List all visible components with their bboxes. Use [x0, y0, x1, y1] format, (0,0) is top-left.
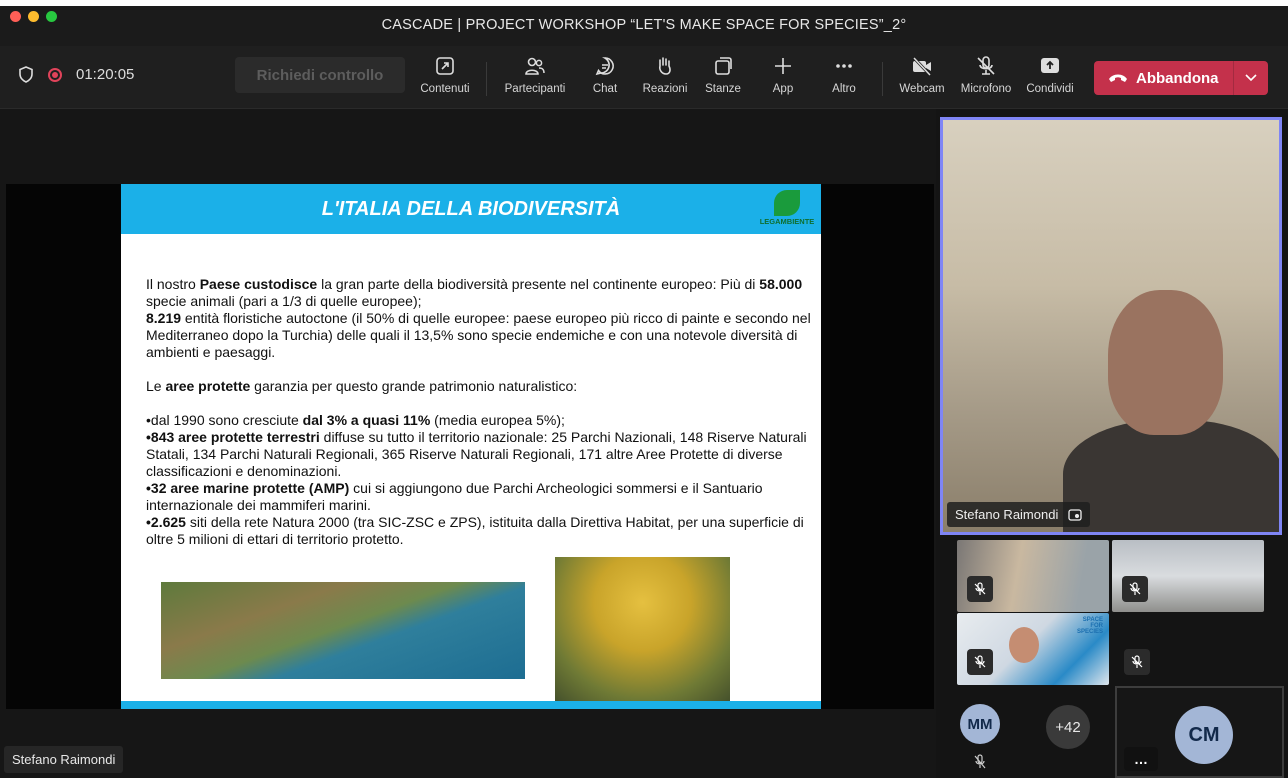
self-view-more-button[interactable]: … [1124, 747, 1158, 771]
mic-off-icon [974, 655, 986, 668]
shield-icon[interactable] [18, 66, 34, 83]
chat-button[interactable]: Chat [588, 55, 622, 95]
video-rail: Stefano Raimondi SPACE FOR SPECIES MM +4… [936, 109, 1288, 778]
reactions-button[interactable]: Reazioni [638, 55, 692, 95]
raised-hand-icon [659, 57, 671, 75]
share-button[interactable]: Condividi [1022, 55, 1078, 95]
webcam-button[interactable]: Webcam [896, 55, 948, 95]
presenter-name-tag: Stefano Raimondi [4, 746, 124, 773]
speaker-body [1063, 420, 1279, 532]
autumn-trees-photo [555, 557, 730, 709]
recording-icon [48, 67, 62, 82]
participant-video-tile[interactable] [957, 540, 1109, 612]
share-up-icon [1041, 58, 1059, 73]
chevron-down-icon [1245, 74, 1257, 82]
webcam-label: Webcam [899, 83, 945, 95]
slide-title: L'ITALIA DELLA BIODIVERSITÀ [321, 198, 621, 220]
share-screen-icon [436, 57, 454, 75]
content-label: Contenuti [420, 83, 470, 95]
participant-avatar[interactable]: MM [960, 704, 1000, 744]
leave-options-button[interactable] [1233, 61, 1268, 95]
apps-button[interactable]: App [768, 55, 798, 95]
window-title: CASCADE | PROJECT WORKSHOP “LET'S MAKE S… [381, 17, 907, 33]
slide-footer [121, 701, 821, 709]
mic-off-icon [974, 754, 986, 769]
self-avatar: CM [1175, 706, 1233, 764]
leaf-icon [774, 190, 800, 216]
logo-text: LEGAMBIENTE [759, 217, 815, 226]
microphone-button[interactable]: Microfono [958, 55, 1014, 95]
speaker-face [1108, 290, 1223, 435]
mic-off-icon [1131, 655, 1143, 668]
toolbar-divider [486, 62, 487, 96]
ellipsis-icon [836, 64, 852, 68]
camera-off-icon [912, 56, 932, 77]
overflow-participants-button[interactable]: +42 [1046, 705, 1090, 749]
slide-bullet: •32 aree marine protette (AMP) cui si ag… [146, 480, 763, 513]
participant-face [1009, 627, 1039, 663]
speaker-name-tag: Stefano Raimondi [947, 502, 1091, 527]
apps-label: App [772, 83, 794, 95]
presentation-slide: L'ITALIA DELLA BIODIVERSITÀ LEGAMBIENTE … [121, 184, 821, 709]
slide-body: Il nostro Paese custodisce la gran parte… [146, 276, 811, 548]
content-button[interactable]: Contenuti [416, 55, 474, 95]
muted-indicator [1124, 649, 1150, 675]
rooms-button[interactable]: Stanze [702, 55, 744, 95]
leave-main[interactable]: Abbandona [1094, 70, 1233, 87]
participants-button[interactable]: Partecipanti [499, 55, 571, 95]
window-titlebar: CASCADE | PROJECT WORKSHOP “LET'S MAKE S… [0, 0, 1288, 46]
leave-label: Abbandona [1136, 69, 1219, 87]
participant-video-tile[interactable] [1112, 613, 1264, 685]
chat-label: Chat [592, 83, 618, 95]
people-icon [525, 57, 545, 75]
rooms-icon [715, 57, 732, 75]
coast-terraces-photo [161, 582, 525, 679]
speaker-name: Stefano Raimondi [955, 507, 1059, 522]
space-for-species-banner: SPACE FOR SPECIES [1076, 617, 1103, 635]
slide-bullet: •843 aree protette terrestri diffuse su … [146, 429, 807, 479]
meeting-timer: 01:20:05 [76, 66, 135, 83]
legambiente-logo: LEGAMBIENTE [757, 190, 817, 226]
participants-label: Partecipanti [504, 83, 566, 95]
leave-button[interactable]: Abbandona [1094, 61, 1268, 95]
muted-indicator [967, 649, 993, 675]
slide-header: L'ITALIA DELLA BIODIVERSITÀ LEGAMBIENTE [121, 184, 821, 234]
active-speaker-video[interactable]: Stefano Raimondi [940, 117, 1282, 535]
participant-video-tile[interactable] [1112, 540, 1264, 612]
toolbar-divider [882, 62, 883, 96]
rooms-label: Stanze [705, 83, 741, 95]
chat-icon [595, 57, 614, 76]
muted-indicator [967, 576, 993, 602]
slide-bullet: •dal 1990 sono cresciute dal 3% a quasi … [146, 412, 565, 428]
mic-off-icon [1129, 582, 1141, 595]
mic-off-icon [977, 56, 995, 75]
hang-up-icon [1109, 74, 1127, 82]
plus-icon [775, 58, 791, 74]
screen-share-indicator-icon [1068, 508, 1082, 521]
request-control-button[interactable]: Richiedi controllo [235, 57, 405, 93]
slide-bullet: •2.625 siti della rete Natura 2000 (tra … [146, 514, 804, 547]
slide-paragraph: Il nostro Paese custodisce la gran parte… [146, 276, 811, 360]
more-button[interactable]: Altro [826, 55, 862, 95]
slide-paragraph: Le aree protette garanzia per questo gra… [146, 378, 578, 394]
participant-video-tile[interactable]: SPACE FOR SPECIES [957, 613, 1109, 685]
shared-content-stage: L'ITALIA DELLA BIODIVERSITÀ LEGAMBIENTE … [0, 109, 936, 778]
more-label: Altro [832, 83, 856, 95]
muted-indicator [1122, 576, 1148, 602]
microphone-label: Microfono [960, 83, 1012, 95]
reactions-label: Reazioni [642, 83, 688, 95]
share-label: Condividi [1026, 83, 1074, 95]
mic-off-icon [974, 582, 986, 595]
meeting-toolbar: 01:20:05 Richiedi controllo Contenuti Pa… [0, 46, 1288, 109]
shared-screen: L'ITALIA DELLA BIODIVERSITÀ LEGAMBIENTE … [6, 184, 934, 709]
